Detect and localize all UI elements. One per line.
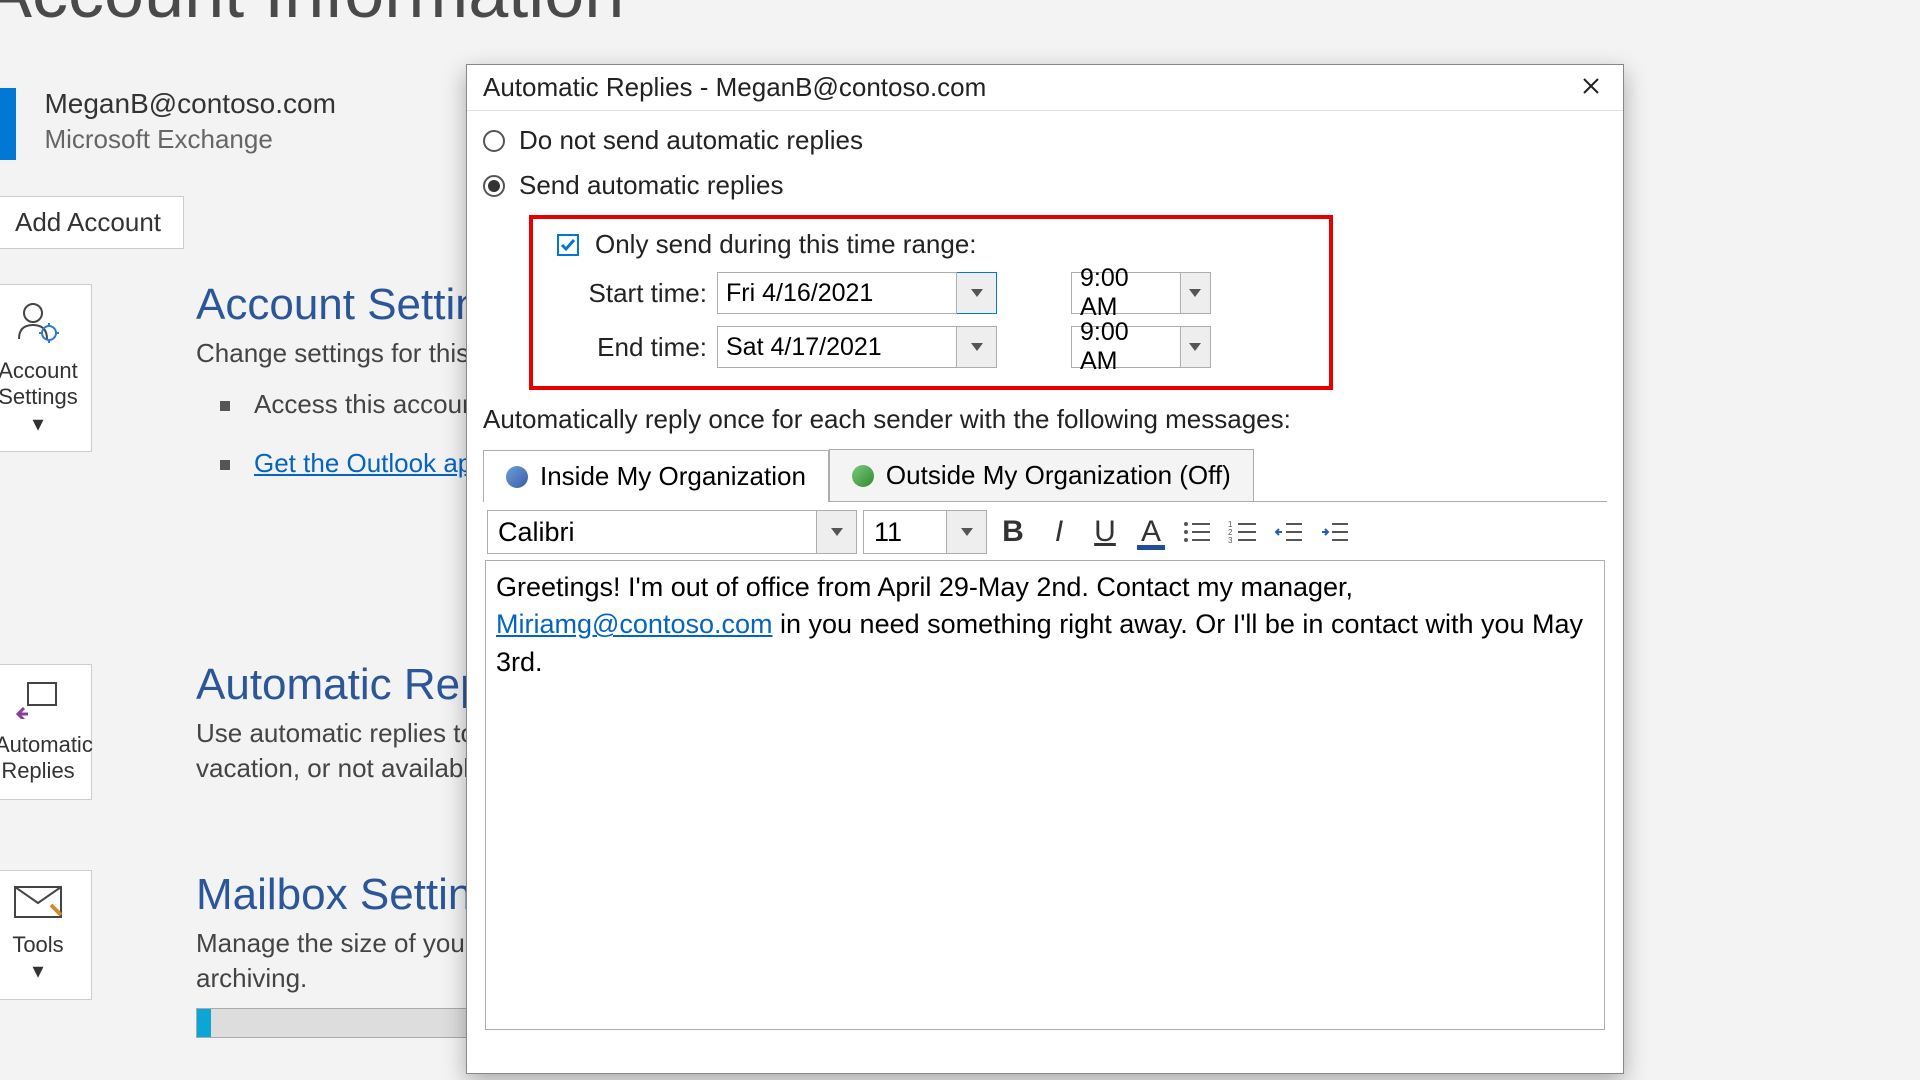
radio-icon xyxy=(483,130,505,152)
account-type: Microsoft Exchange xyxy=(44,124,335,155)
info-text: Automatically reply once for each sender… xyxy=(483,404,1607,435)
chevron-down-icon[interactable] xyxy=(1181,272,1211,314)
end-time-label: End time: xyxy=(567,332,707,363)
account-email: MeganB@contoso.com xyxy=(44,88,335,120)
envelope-icon xyxy=(0,885,81,928)
italic-button[interactable]: I xyxy=(1039,512,1079,552)
underline-button[interactable]: U xyxy=(1085,512,1125,552)
end-date-combo[interactable]: Sat 4/17/2021 xyxy=(717,326,997,368)
font-size-combo[interactable]: 11 xyxy=(863,510,987,554)
radio-send[interactable]: Send automatic replies xyxy=(483,170,1607,201)
globe-icon xyxy=(852,465,874,487)
start-time-combo[interactable]: 9:00 AM xyxy=(1071,272,1211,314)
start-time-label: Start time: xyxy=(567,278,707,309)
increase-indent-button[interactable] xyxy=(1315,512,1355,552)
radio-do-not-send[interactable]: Do not send automatic replies xyxy=(483,125,1607,156)
chevron-down-icon[interactable] xyxy=(947,510,987,554)
account-selector[interactable]: MeganB@contoso.com Microsoft Exchange xyxy=(0,88,336,160)
dialog-title: Automatic Replies - MeganB@contoso.com xyxy=(483,72,986,103)
user-gear-icon xyxy=(0,299,81,354)
radio-icon xyxy=(483,175,505,197)
account-settings-button[interactable]: AccountSettings ▾ xyxy=(0,284,92,452)
outlook-app-link: Get the Outlook app xyxy=(254,448,487,478)
sidebar-label: AccountSettings ▾ xyxy=(0,358,81,437)
chevron-down-icon[interactable] xyxy=(957,326,997,368)
start-date-combo[interactable]: Fri 4/16/2021 xyxy=(717,272,997,314)
svg-text:3: 3 xyxy=(1228,536,1233,545)
font-name-combo[interactable]: Calibri xyxy=(487,510,857,554)
chevron-down-icon: ▾ xyxy=(32,958,43,983)
automatic-replies-dialog: Automatic Replies - MeganB@contoso.com D… xyxy=(466,64,1624,1074)
formatting-toolbar: Calibri 11 B I U A 123 xyxy=(483,502,1607,560)
page-title: Account Information xyxy=(0,0,624,34)
font-color-button[interactable]: A xyxy=(1131,512,1171,552)
tools-button[interactable]: Tools▾ xyxy=(0,870,92,1000)
numbered-list-button[interactable]: 123 xyxy=(1223,512,1263,552)
message-editor[interactable]: Greetings! I'm out of office from April … xyxy=(485,560,1605,1030)
bold-button[interactable]: B xyxy=(993,512,1033,552)
tab-inside-organization[interactable]: Inside My Organization xyxy=(483,450,829,502)
globe-icon xyxy=(506,466,528,488)
tab-outside-organization[interactable]: Outside My Organization (Off) xyxy=(829,449,1254,501)
chevron-down-icon[interactable] xyxy=(817,510,857,554)
sidebar-label: AutomaticReplies xyxy=(0,732,81,785)
chevron-down-icon[interactable] xyxy=(1181,326,1211,368)
manager-email-link[interactable]: Miriamg@contoso.com xyxy=(496,609,773,639)
reply-arrow-icon xyxy=(0,679,81,728)
automatic-replies-button[interactable]: AutomaticReplies xyxy=(0,664,92,800)
close-button[interactable] xyxy=(1569,69,1613,107)
bullet-list-button[interactable] xyxy=(1177,512,1217,552)
decrease-indent-button[interactable] xyxy=(1269,512,1309,552)
time-range-highlight: Only send during this time range: Start … xyxy=(529,215,1333,390)
chevron-down-icon: ▾ xyxy=(32,411,43,436)
account-color-bar xyxy=(0,88,16,160)
add-account-button[interactable]: Add Account xyxy=(0,196,184,249)
checkbox-icon xyxy=(557,234,579,256)
chevron-down-icon[interactable] xyxy=(957,272,997,314)
end-time-combo[interactable]: 9:00 AM xyxy=(1071,326,1211,368)
sidebar-label: Tools▾ xyxy=(0,932,81,985)
checkbox-time-range[interactable]: Only send during this time range: xyxy=(557,229,1315,260)
close-icon xyxy=(1582,77,1600,95)
